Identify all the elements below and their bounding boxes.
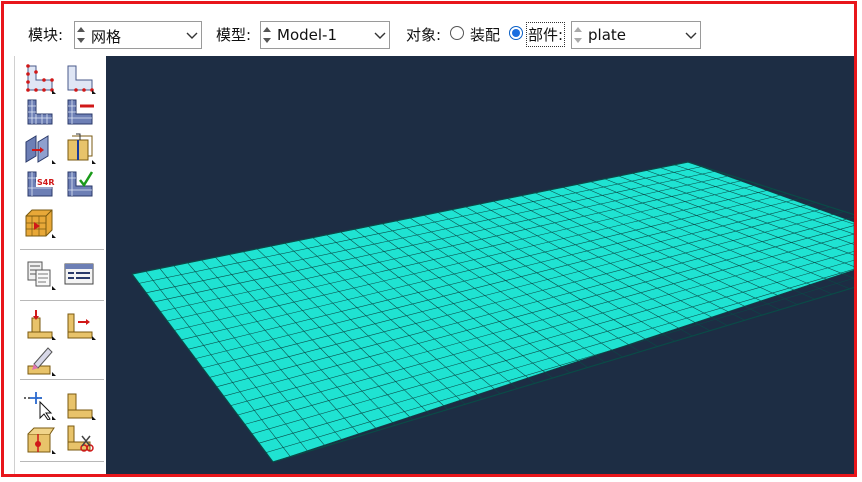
plate-face <box>131 161 854 463</box>
part-label: 部件: <box>525 22 566 47</box>
assign-mesh-controls-icon[interactable] <box>22 132 56 164</box>
partition-face-icon[interactable] <box>22 422 56 454</box>
module-spin-icon[interactable] <box>75 22 87 48</box>
assembly-radio[interactable] <box>450 26 464 40</box>
svg-text:S4R: S4R <box>37 178 55 187</box>
chevron-down-icon[interactable] <box>682 22 700 48</box>
part-value: plate <box>588 26 626 44</box>
chevron-down-icon[interactable] <box>183 22 201 48</box>
object-label: 对象: <box>406 26 442 44</box>
remove-mesh-icon[interactable] <box>62 422 96 454</box>
create-virtual-topology-icon[interactable] <box>22 206 56 238</box>
seed-edges-icon[interactable] <box>62 62 96 94</box>
assembly-label: 装配 <box>470 26 501 44</box>
mesh-edit-edge-icon[interactable] <box>62 308 96 340</box>
part-spin-icon[interactable] <box>572 22 584 48</box>
context-toolbar: 模块: 网格 模型: Model-1 对象: 装配 部件: plate <box>4 4 854 56</box>
mesh-toolbox: S4R <box>4 56 106 474</box>
toolbox-separator <box>20 300 104 301</box>
part-select[interactable]: plate <box>571 21 701 49</box>
mesh-part-icon[interactable] <box>22 96 56 128</box>
create-datum-icon[interactable] <box>62 388 96 420</box>
meshed-plate[interactable] <box>106 56 854 474</box>
mesh-stats-icon[interactable] <box>62 258 96 290</box>
model-select[interactable]: Model-1 <box>260 21 390 49</box>
model-value: Model-1 <box>277 26 337 44</box>
chevron-down-icon[interactable] <box>371 22 389 48</box>
module-value: 网格 <box>91 28 122 46</box>
model-spin-icon[interactable] <box>261 22 273 48</box>
module-select[interactable]: 网格 <box>74 21 202 49</box>
model-label: 模型: <box>216 26 252 44</box>
delete-mesh-icon[interactable] <box>62 96 96 128</box>
toolbox-divider <box>14 56 15 474</box>
toolbox-separator <box>20 249 104 250</box>
query-icon[interactable] <box>22 258 56 290</box>
graphics-viewport[interactable] <box>106 56 854 474</box>
partition-cell-icon[interactable] <box>62 132 96 164</box>
toolbox-separator <box>20 379 104 380</box>
verify-mesh-icon[interactable] <box>62 168 96 200</box>
assign-element-type-icon[interactable]: S4R <box>22 168 56 200</box>
repair-mesh-icon[interactable] <box>22 344 56 376</box>
part-radio[interactable] <box>509 26 523 40</box>
toolbox-separator <box>20 461 104 462</box>
edit-mesh-icon[interactable] <box>22 308 56 340</box>
query-selection-icon[interactable] <box>22 388 56 421</box>
module-label: 模块: <box>28 26 64 44</box>
seed-part-icon[interactable] <box>22 62 56 94</box>
